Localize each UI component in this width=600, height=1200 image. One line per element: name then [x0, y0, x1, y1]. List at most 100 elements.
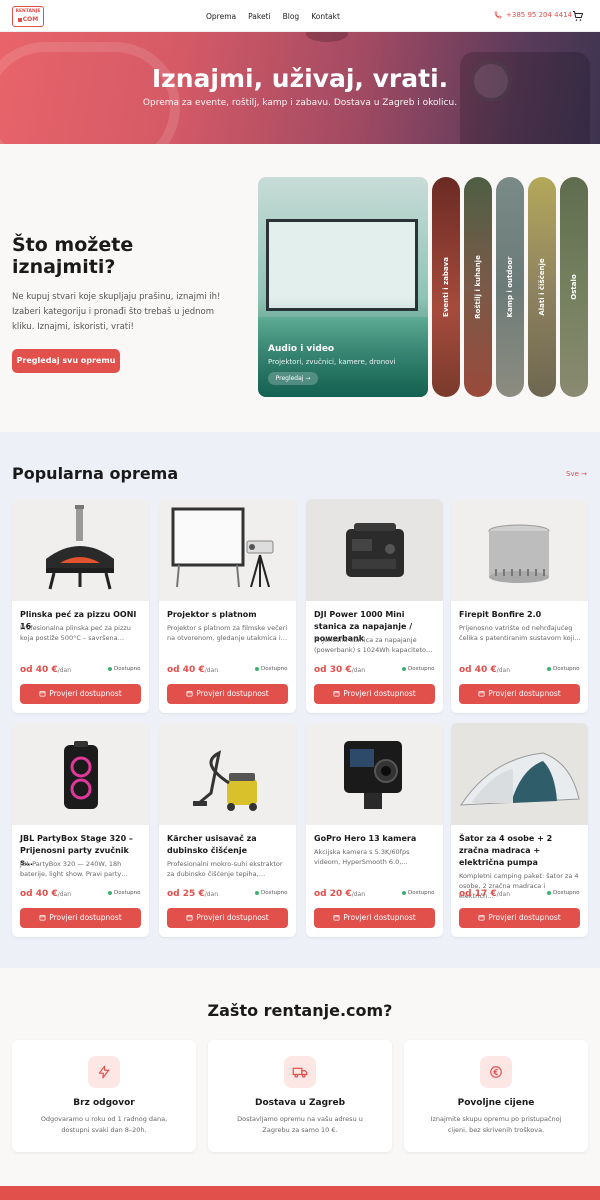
availability-badge: Dostupno [255, 890, 287, 896]
site-header: RENTANJE COM Oprema Paketi Blog Kontakt … [0, 0, 600, 32]
category-audio-video[interactable]: Audio i video Projektori, zvučnici, kame… [258, 177, 428, 397]
why-title: Zašto rentanje.com? [207, 1001, 393, 1020]
product-card[interactable]: Firepit Bonfire 2.0 Prijenosno vatrište … [451, 499, 588, 713]
check-availability-button[interactable]: Provjeri dostupnost [459, 908, 580, 928]
product-card[interactable]: Šator za 4 osobe + 2 zračna madraca + el… [451, 723, 588, 937]
availability-badge: Dostupno [108, 666, 140, 672]
strip-label: Ostalo [570, 274, 578, 300]
why-card-delivery: Dostava u Zagreb Dostavljamo opremu na v… [208, 1040, 392, 1152]
availability-badge: Dostupno [547, 890, 579, 896]
phone-icon [494, 11, 502, 19]
check-availability-button[interactable]: Provjeri dostupnost [20, 908, 141, 928]
calendar-icon [186, 915, 193, 921]
categories-title: Što možete iznajmiti? [12, 234, 134, 278]
calendar-icon [478, 915, 485, 921]
availability-badge: Dostupno [108, 890, 140, 896]
why-card-desc: Odgovaramo u roku od 1 radnog dana, dost… [40, 1115, 168, 1134]
product-desc: Profesionalni mokro-suhi ekstraktor za d… [167, 860, 283, 878]
truck-icon [284, 1056, 316, 1088]
product-title[interactable]: Šator za 4 osobe + 2 zračna madraca + el… [459, 833, 581, 869]
logo-text-bottom: COM [22, 16, 39, 23]
product-desc: JBL PartyBox 320 — 240W, 18h baterije, l… [20, 860, 128, 878]
why-card-desc: Dostavljamo opremu na vašu adresu u Zagr… [237, 1115, 363, 1134]
popular-title: Popularna oprema [12, 464, 179, 483]
projector-screen-icon [159, 499, 296, 601]
view-all-link[interactable]: Sve → [566, 470, 587, 478]
check-availability-button[interactable]: Provjeri dostupnost [167, 908, 288, 928]
category-strip-ostalo[interactable]: Ostalo [560, 177, 588, 397]
browse-all-button[interactable]: Pregledaj svu opremu [12, 349, 120, 373]
euro-coin-icon [480, 1056, 512, 1088]
category-strip-rostilj[interactable]: Roštilj i kuhanje [464, 177, 492, 397]
product-desc: Profesionalna plinska peć za pizzu koja … [20, 624, 131, 642]
availability-badge: Dostupno [255, 666, 287, 672]
strip-label: Alati i čišćenje [538, 258, 546, 316]
nav-paketi[interactable]: Paketi [248, 12, 271, 21]
check-availability-button[interactable]: Provjeri dostupnost [314, 684, 435, 704]
product-card[interactable]: DJI Power 1000 Mini stanica za napajanje… [306, 499, 443, 713]
check-availability-button[interactable]: Provjeri dostupnost [314, 908, 435, 928]
strip-label: Roštilj i kuhanje [474, 255, 482, 319]
hero-oven-shape [0, 42, 180, 144]
hero-subtitle: Oprema za evente, roštilj, kamp i zabavu… [142, 98, 458, 108]
product-desc: Prijenosna stanica za napajanje (powerba… [314, 636, 433, 654]
nav-kontakt[interactable]: Kontakt [311, 12, 340, 21]
nav-blog[interactable]: Blog [283, 12, 300, 21]
product-price: od 25 €/dan [167, 889, 219, 899]
why-card-fast-response: Brz odgovor Odgovaramo u roku od 1 radno… [12, 1040, 196, 1152]
product-card[interactable]: GoPro Hero 13 kamera Akcijska kamera s 5… [306, 723, 443, 937]
check-availability-button[interactable]: Provjeri dostupnost [459, 684, 580, 704]
nav-oprema[interactable]: Oprema [206, 12, 236, 21]
product-title[interactable]: Firepit Bonfire 2.0 [459, 609, 581, 621]
product-card[interactable]: Projektor s platnom Projektor s platnom … [159, 499, 296, 713]
product-price: od 40 €/dan [459, 665, 511, 675]
hero-title: Iznajmi, uživaj, vrati. [151, 64, 449, 93]
availability-badge: Dostupno [402, 666, 434, 672]
category-featured-button[interactable]: Pregledaj → [268, 372, 318, 385]
strip-label: Eventi i zabava [442, 257, 450, 317]
category-strip-eventi[interactable]: Eventi i zabava [432, 177, 460, 397]
product-card[interactable]: Plinska peć za pizzu OONI 16 Profesional… [12, 499, 149, 713]
product-price: od 40 €/dan [167, 665, 219, 675]
vacuum-icon [159, 723, 296, 825]
calendar-icon [39, 691, 46, 697]
calendar-icon [39, 915, 46, 921]
site-logo[interactable]: RENTANJE COM [12, 6, 44, 27]
check-availability-button[interactable]: Provjeri dostupnost [20, 684, 141, 704]
lightning-icon [88, 1056, 120, 1088]
product-title[interactable]: Kärcher usisavač za dubinsko čišćenje [167, 833, 289, 857]
product-price: od 20 €/dan [314, 889, 366, 899]
hero-top-shape [306, 32, 348, 42]
categories-text: Ne kupuj stvari koje skupljaju prašinu, … [12, 292, 221, 332]
product-price: od 40 €/dan [20, 889, 72, 899]
phone-link[interactable]: +385 95 204 4414 [494, 11, 572, 19]
category-featured-title: Audio i video [268, 344, 335, 354]
calendar-icon [186, 691, 193, 697]
category-strip-alati[interactable]: Alati i čišćenje [528, 177, 556, 397]
categories-intro: Što možete iznajmiti? Ne kupuj stvari ko… [12, 234, 242, 373]
check-availability-button[interactable]: Provjeri dostupnost [167, 684, 288, 704]
logo-text-top: RENTANJE [15, 9, 41, 14]
strip-label: Kamp i outdoor [506, 256, 514, 318]
main-nav: Oprema Paketi Blog Kontakt [206, 0, 340, 32]
cart-icon[interactable] [572, 10, 584, 22]
action-camera-icon [306, 723, 443, 825]
product-title[interactable]: GoPro Hero 13 kamera [314, 833, 436, 845]
phone-number: +385 95 204 4414 [506, 11, 572, 19]
pizza-oven-icon [12, 499, 149, 601]
product-price: od 30 €/dan [314, 665, 366, 675]
speaker-icon [12, 723, 149, 825]
calendar-icon [333, 691, 340, 697]
product-card[interactable]: Kärcher usisavač za dubinsko čišćenje Pr… [159, 723, 296, 937]
product-card[interactable]: JBL PartyBox Stage 320 – Prijenosni part… [12, 723, 149, 937]
calendar-icon [478, 691, 485, 697]
product-desc: Prijenosno vatrište od nehrđajućeg čelik… [459, 624, 581, 642]
tent-icon [451, 723, 588, 825]
category-strip-kamp[interactable]: Kamp i outdoor [496, 177, 524, 397]
availability-badge: Dostupno [402, 890, 434, 896]
product-title[interactable]: Projektor s platnom [167, 609, 289, 621]
why-card-title: Brz odgovor [73, 1098, 135, 1108]
availability-badge: Dostupno [547, 666, 579, 672]
product-desc: Projektor s platnom za filmske večeri na… [167, 624, 288, 642]
category-featured-subtitle: Projektori, zvučnici, kamere, dronovi [268, 358, 396, 366]
